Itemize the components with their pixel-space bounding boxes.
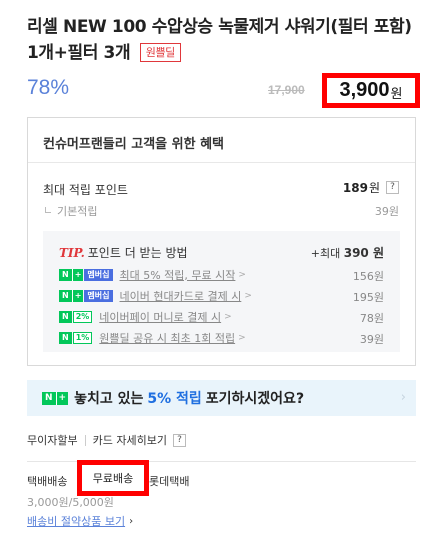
tip-item-label: 네이버 현대카드로 결제 시 — [119, 289, 242, 303]
npay-tag: 멤버십 — [84, 268, 113, 281]
free-shipping-label: 무료배송 — [77, 460, 149, 496]
tip-item-value: 78원 — [359, 312, 384, 325]
chevron-right-icon: > — [244, 290, 252, 301]
npay-n: N — [59, 310, 72, 323]
sale-price-value: 3,900 — [339, 79, 390, 101]
tip-item-value: 39원 — [359, 333, 384, 346]
product-title: 리셀 NEW 100 수압상승 녹물제거 샤워기(필터 포함) 1개+필터 3개… — [27, 14, 422, 66]
npay-n: N — [42, 391, 56, 405]
max-points-label: 최대 적립 포인트 — [43, 183, 128, 197]
installment-link[interactable]: 무이자할부 — [27, 432, 78, 448]
npay-n: N — [59, 289, 72, 302]
tip-heading-text: 포인트 더 받는 방법 — [87, 246, 188, 260]
divider — [84, 434, 86, 446]
tip-max: +최대 390 원 — [311, 244, 384, 261]
npay-n: N — [59, 268, 72, 281]
chevron-right-icon: > — [238, 269, 246, 280]
membership-banner[interactable]: N + 놓치고 있는 5% 적립 포기하시겠어요? › — [27, 380, 416, 416]
tip-item-membership[interactable]: N + 멤버십 최대 5% 적립, 무료 시작 > — [59, 267, 246, 282]
shipping-save-label: 배송비 절약상품 보기 — [27, 515, 126, 528]
npay-pct: 1% — [72, 331, 93, 344]
npay-plus-icon: N + — [42, 391, 69, 405]
tip-item-label: 원쁠딜 공유 시 최초 1회 적립 — [99, 331, 236, 345]
elbow-icon — [45, 207, 51, 213]
npay-membership-icon: N + 멤버십 — [59, 268, 113, 281]
npay-plus: + — [71, 289, 84, 302]
max-points-number: 189 — [342, 180, 368, 195]
card-detail-link[interactable]: 카드 자세히보기 — [93, 432, 167, 448]
points-help-icon[interactable]: ? — [386, 181, 399, 194]
tip-word: TIP. — [59, 246, 85, 260]
tip-item-card[interactable]: N + 멤버십 네이버 현대카드로 결제 시 > — [59, 288, 252, 303]
chevron-right-icon: > — [224, 311, 232, 322]
card-links: 무이자할부 카드 자세히보기 ? — [27, 432, 186, 448]
onebbeul-badge: 원쁠딜 — [139, 43, 181, 62]
tip-item-value: 156원 — [352, 270, 384, 283]
shipping-fee: 3,000원/5,000원 — [27, 496, 114, 509]
shipping-carrier: 롯데택배 — [149, 475, 190, 488]
max-points-value: 189 원 ? — [343, 179, 399, 196]
npay-tag: 멤버십 — [84, 289, 113, 302]
tip-item-money[interactable]: N 2% 네이버페이 머니로 결제 시 > — [59, 309, 232, 324]
tip-heading: TIP. 포인트 더 받는 방법 — [59, 244, 188, 261]
tip-max-prefix: +최대 — [310, 247, 341, 260]
tip-item-share[interactable]: N 1% 원쁠딜 공유 시 최초 1회 적립 > — [59, 330, 246, 345]
npay-percent-icon: N 2% — [59, 310, 93, 323]
banner-text-before: 놓치고 있는 — [74, 391, 144, 407]
max-points-unit: 원 — [368, 181, 380, 195]
discount-rate: 78% — [27, 76, 70, 99]
npay-percent-icon: N 1% — [59, 331, 93, 344]
tip-item-value: 195원 — [352, 291, 384, 304]
basic-points-label: 기본적립 — [45, 203, 97, 219]
npay-membership-icon: N + 멤버십 — [59, 289, 113, 302]
npay-n: N — [59, 331, 72, 344]
npay-pct: 2% — [72, 310, 93, 323]
original-price: 17,900 — [268, 83, 305, 97]
banner-highlight: 5% 적립 — [147, 391, 202, 407]
sale-price-unit: 원 — [390, 87, 403, 102]
sale-price: 3,900 원 — [322, 73, 420, 108]
tip-item-label: 최대 5% 적립, 무료 시작 — [119, 268, 236, 282]
banner-text-after: 포기하시겠어요? — [205, 391, 305, 407]
tip-box: TIP. 포인트 더 받는 방법 +최대 390 원 N + 멤버십 최대 5% 적립… — [43, 231, 400, 352]
card-help-icon[interactable]: ? — [172, 433, 186, 447]
shipping-save-link[interactable]: 배송비 절약상품 보기 › — [27, 513, 133, 529]
benefit-panel: 컨슈머프랜들리 고객을 위한 혜택 최대 적립 포인트 189 원 ? 기본적립… — [27, 117, 416, 366]
benefit-heading: 컨슈머프랜들리 고객을 위한 혜택 — [28, 118, 415, 163]
product-title-text: 리셀 NEW 100 수압상승 녹물제거 샤워기(필터 포함) 1개+필터 3개 — [27, 17, 412, 63]
tip-item-label: 네이버페이 머니로 결제 시 — [99, 310, 222, 324]
basic-points-text: 기본적립 — [57, 205, 98, 218]
npay-plus: + — [71, 268, 84, 281]
npay-plus: + — [55, 391, 69, 405]
chevron-right-icon: › — [129, 515, 134, 527]
shipping-method: 택배배송 — [27, 475, 68, 488]
tip-max-value: 390 원 — [343, 246, 384, 260]
chevron-right-icon: › — [400, 390, 406, 405]
chevron-right-icon: > — [238, 332, 246, 343]
basic-points-value: 39원 — [374, 205, 399, 218]
